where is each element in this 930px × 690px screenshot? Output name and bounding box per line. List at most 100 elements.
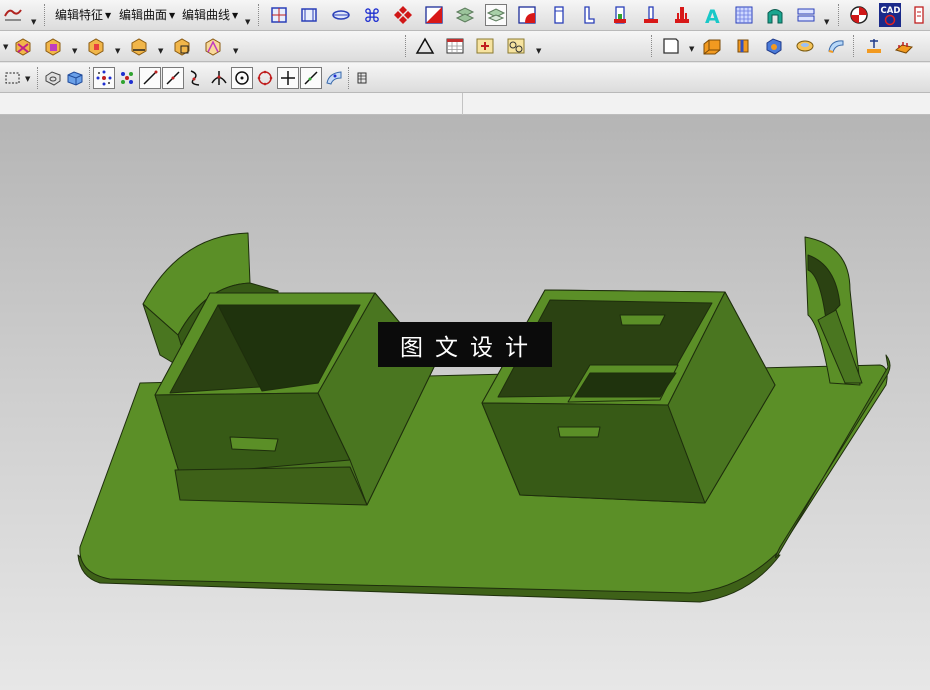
- feature-tools-dropdown[interactable]: ▼: [824, 18, 829, 26]
- layer-feature-icon[interactable]: [795, 4, 817, 26]
- toolbar-row-2: ▼ ▼ ▼ ▼ ▼ ▼ ▼: [0, 31, 930, 62]
- draft-face-icon[interactable]: [609, 4, 631, 26]
- snap-arc-center-icon[interactable]: [231, 67, 253, 89]
- heightfield-icon[interactable]: [893, 35, 915, 57]
- cylinder-solid-icon[interactable]: [732, 35, 754, 57]
- sheet-icon[interactable]: [660, 35, 682, 57]
- toolbar-row-3: ▼: [0, 63, 930, 93]
- snap-endpoint-icon[interactable]: [139, 67, 161, 89]
- svg-text:A: A: [705, 6, 720, 25]
- triangle-mesh-icon[interactable]: [414, 35, 436, 57]
- chamfer-icon[interactable]: [423, 4, 445, 26]
- extrude-cut-icon[interactable]: [578, 4, 600, 26]
- new-part-icon[interactable]: [12, 35, 34, 57]
- measure-target-icon[interactable]: [848, 4, 870, 26]
- sketch-curve-dropdown[interactable]: ▼: [31, 18, 36, 26]
- toolbar-separator: [853, 35, 856, 57]
- edit-curve-extra-dropdown[interactable]: ▼: [245, 18, 250, 26]
- split-body-icon[interactable]: [298, 4, 320, 26]
- toolbar-separator: [89, 67, 92, 89]
- snap-face-point-icon[interactable]: [323, 67, 345, 89]
- snap-filter-icon[interactable]: [351, 67, 373, 89]
- chevron-down-icon: ▼: [105, 11, 112, 20]
- left-box-foot: [174, 466, 368, 506]
- boss-feature-icon[interactable]: [671, 4, 693, 26]
- toolbar-separator: [838, 4, 841, 26]
- offset-face-icon[interactable]: [330, 4, 352, 26]
- snap-point-on-curve-icon[interactable]: [277, 67, 299, 89]
- status-strip: [0, 93, 930, 115]
- wireframe-body-icon[interactable]: [42, 67, 64, 89]
- rib-feature-icon[interactable]: [640, 4, 662, 26]
- graphics-viewport[interactable]: 图文设计: [0, 115, 930, 690]
- edit-surface-label: 编辑曲面: [119, 8, 168, 22]
- patch-surface-icon[interactable]: [485, 4, 507, 26]
- part-model[interactable]: [0, 115, 930, 690]
- mold-split-icon[interactable]: [764, 4, 786, 26]
- edit-surface-menu[interactable]: 编辑曲面 ▼: [119, 6, 175, 24]
- open-part-icon[interactable]: [42, 35, 64, 57]
- toolbar-separator: [37, 67, 40, 89]
- extrude-boss-icon[interactable]: [548, 4, 570, 26]
- texture-icon[interactable]: [733, 4, 755, 26]
- array-dropdown[interactable]: ▼: [536, 47, 541, 55]
- toolbar-separator: [258, 4, 261, 26]
- add-point-icon[interactable]: [474, 35, 496, 57]
- section-view-dropdown[interactable]: ▼: [233, 47, 238, 55]
- assembly-dropdown[interactable]: ▼: [115, 47, 120, 55]
- cad-badge-text: CAD: [881, 6, 901, 16]
- circle-array-icon[interactable]: [505, 35, 527, 57]
- shaded-body-icon[interactable]: [64, 67, 86, 89]
- toolbar-row-1: ▼ 编辑特征 ▼ 编辑曲面 ▼ 编辑曲线 ▼ ▼ ⌘ A ▼ CAD: [0, 0, 930, 31]
- snap-tangent-icon[interactable]: [300, 67, 322, 89]
- select-box-dropdown[interactable]: ▼: [25, 75, 30, 83]
- sphere-solid-icon[interactable]: [794, 35, 816, 57]
- torus-solid-icon[interactable]: [825, 35, 847, 57]
- toolbar-separator: [44, 4, 47, 26]
- sketch-curve-icon[interactable]: [2, 3, 24, 25]
- box-solid-icon[interactable]: [701, 35, 723, 57]
- edit-curve-menu[interactable]: 编辑曲线 ▼: [182, 6, 238, 24]
- boolean-part-icon[interactable]: [171, 35, 193, 57]
- edit-curve-label: 编辑曲线: [182, 8, 231, 22]
- measure-part-dropdown[interactable]: ▼: [158, 47, 163, 55]
- toolbar-separator: [651, 35, 654, 57]
- edit-feature-menu[interactable]: 编辑特征 ▼: [55, 6, 111, 24]
- chevron-down-icon: ▼: [232, 11, 239, 20]
- mesh-surface-icon[interactable]: [863, 35, 885, 57]
- open-part-dropdown[interactable]: ▼: [72, 47, 77, 55]
- fillet-icon[interactable]: [516, 4, 538, 26]
- toolbar-separator: [405, 35, 408, 57]
- snap-control-point-icon[interactable]: [185, 67, 207, 89]
- sheet-dropdown[interactable]: ▼: [689, 45, 694, 53]
- left-box-front: [154, 392, 351, 476]
- chevron-down-icon: ▼: [169, 11, 176, 20]
- text-feature-icon[interactable]: A: [702, 4, 724, 26]
- measure-part-icon[interactable]: [128, 35, 150, 57]
- row2-start-dropdown[interactable]: ▼: [3, 43, 8, 51]
- right-box-divider-cavity: [574, 372, 677, 398]
- select-box-icon[interactable]: [2, 67, 24, 89]
- mirror-feature-icon[interactable]: [392, 4, 414, 26]
- snap-all-points-icon[interactable]: [93, 67, 115, 89]
- edit-feature-label: 编辑特征: [55, 8, 104, 22]
- cad-link-icon[interactable]: CAD: [878, 2, 902, 28]
- snap-intersection-icon[interactable]: [208, 67, 230, 89]
- section-view-icon[interactable]: [202, 35, 224, 57]
- right-box-slot-front: [557, 426, 601, 438]
- right-box-slot-back: [619, 314, 666, 326]
- pattern-feature-icon[interactable]: ⌘: [361, 4, 383, 26]
- help-info-icon[interactable]: [908, 4, 930, 26]
- watermark: 图文设计: [378, 322, 552, 367]
- assembly-icon[interactable]: [85, 35, 107, 57]
- cone-solid-icon[interactable]: [763, 35, 785, 57]
- left-box-slot: [229, 436, 279, 452]
- status-strip-divider: [462, 93, 463, 115]
- snap-grid-points-icon[interactable]: [116, 67, 138, 89]
- sew-surface-icon[interactable]: [454, 4, 476, 26]
- svg-text:⌘: ⌘: [363, 6, 381, 25]
- table-grid-icon[interactable]: [444, 35, 466, 57]
- snap-quadrant-icon[interactable]: [254, 67, 276, 89]
- trim-body-icon[interactable]: [268, 4, 290, 26]
- snap-midpoint-icon[interactable]: [162, 67, 184, 89]
